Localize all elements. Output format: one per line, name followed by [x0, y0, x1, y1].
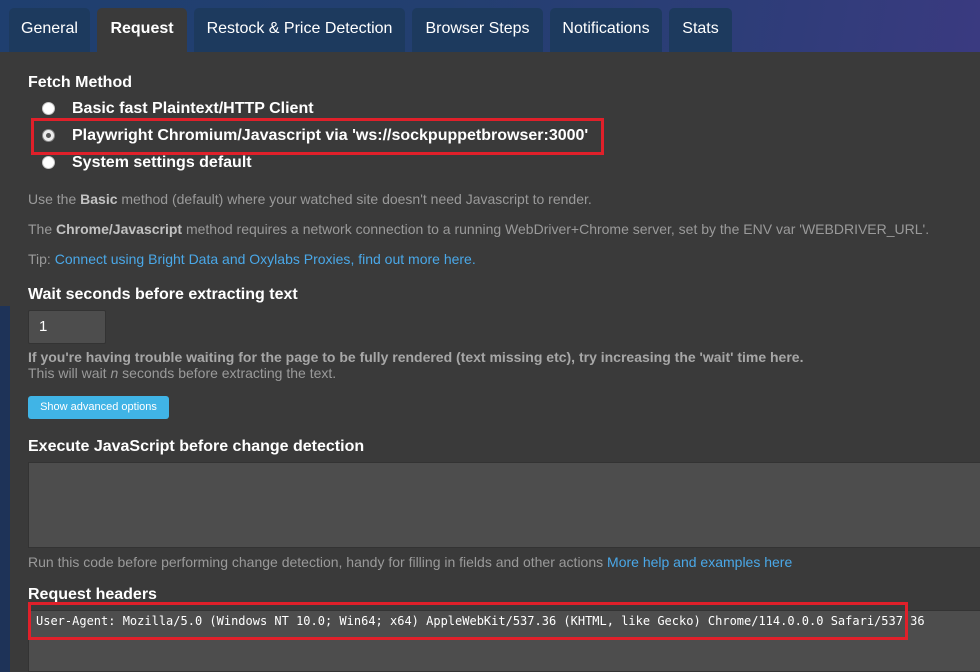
radio-button[interactable] [42, 156, 55, 169]
execute-js-textarea[interactable] [28, 462, 980, 548]
fetch-option-label: Playwright Chromium/Javascript via 'ws:/… [72, 127, 589, 144]
settings-page: General Request Restock & Price Detectio… [0, 0, 980, 672]
wait-seconds-help: If you're having trouble waiting for the… [28, 349, 804, 365]
wait-seconds-input[interactable]: 1 [28, 310, 106, 344]
fetch-option-label: System settings default [72, 154, 252, 171]
help-chrome-method: The Chrome/Javascript method requires a … [28, 221, 930, 237]
find-out-more-link[interactable]: find out more here. [358, 251, 476, 267]
tab-browser-steps[interactable]: Browser Steps [412, 8, 543, 52]
request-headers-title: Request headers [28, 586, 157, 603]
tab-request[interactable]: Request [97, 8, 187, 52]
tab-restock-price-detection[interactable]: Restock & Price Detection [194, 8, 405, 52]
tab-notifications[interactable]: Notifications [550, 8, 662, 52]
wait-seconds-note: This will wait n seconds before extracti… [28, 365, 337, 381]
fetch-option-label: Basic fast Plaintext/HTTP Client [72, 100, 314, 117]
radio-button[interactable] [42, 102, 55, 115]
execute-js-title: Execute JavaScript before change detecti… [28, 438, 365, 455]
help-basic-method: Use the Basic method (default) where you… [28, 191, 592, 207]
wait-seconds-title: Wait seconds before extracting text [28, 286, 298, 303]
proxy-tip: Tip: Connect using Bright Data and Oxyla… [28, 251, 476, 267]
radio-button-checked[interactable] [42, 129, 55, 142]
show-advanced-options-button[interactable]: Show advanced options [28, 396, 169, 419]
more-help-link[interactable]: More help and examples here [607, 554, 792, 570]
request-headers-value: User-Agent: Mozilla/5.0 (Windows NT 10.0… [36, 614, 925, 628]
tab-stats[interactable]: Stats [669, 8, 732, 52]
execute-js-help: Run this code before performing change d… [28, 554, 793, 570]
fetch-method-title: Fetch Method [28, 74, 132, 91]
tab-general[interactable]: General [9, 8, 90, 52]
tab-bar: General Request Restock & Price Detectio… [0, 0, 980, 52]
proxy-link[interactable]: Connect using Bright Data and Oxylabs Pr… [55, 251, 351, 267]
page-edge [0, 306, 10, 672]
